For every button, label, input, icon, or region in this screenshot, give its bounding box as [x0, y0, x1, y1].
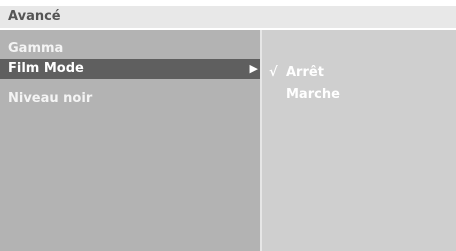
check-icon: √	[269, 65, 278, 80]
menu-item-label: Film Mode	[8, 61, 84, 76]
menu-title: Avancé	[8, 9, 61, 24]
menu-item-label: Niveau noir	[8, 91, 93, 106]
osd-menu: Avancé Gamma Film Mode ▶ Niveau noir √ A…	[0, 0, 456, 251]
submenu-arrow-icon: ▶	[249, 62, 258, 75]
submenu-panel: √ Arrêt Marche	[262, 30, 456, 251]
title-bar: Avancé	[0, 6, 456, 30]
main-menu-panel: Gamma Film Mode ▶ Niveau noir	[0, 30, 260, 251]
option-marche[interactable]: Marche	[286, 86, 340, 104]
menu-item-niveau-noir[interactable]: Niveau noir	[0, 89, 260, 109]
option-arret[interactable]: Arrêt	[286, 64, 324, 82]
menu-item-gamma[interactable]: Gamma	[0, 39, 260, 59]
menu-item-label: Gamma	[8, 41, 64, 56]
menu-item-film-mode[interactable]: Film Mode ▶	[0, 59, 260, 79]
